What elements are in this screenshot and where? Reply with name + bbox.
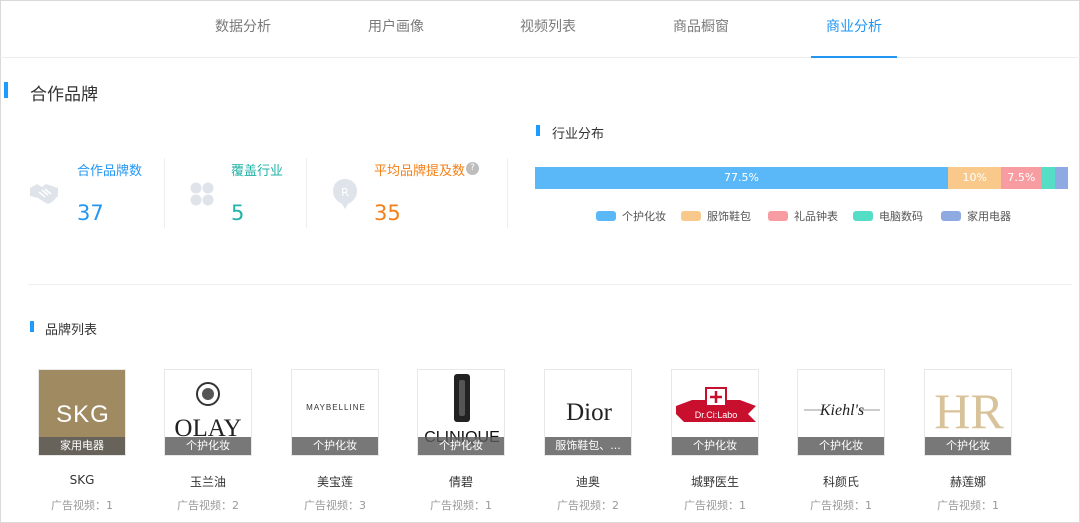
legend-item[interactable]: 礼品钟表	[768, 208, 838, 224]
stat-value-brand-count: 37	[77, 201, 104, 225]
brand-video-count: 广告视频：2	[177, 499, 239, 512]
distribution-segment[interactable]	[1041, 167, 1055, 189]
legend-swatch	[681, 211, 701, 221]
brand-video-count: 广告视频：1	[684, 499, 746, 512]
svg-text:HR: HR	[934, 383, 1004, 439]
legend-swatch	[596, 211, 616, 221]
stat-divider	[306, 158, 307, 228]
stat-value-industries: 5	[231, 201, 245, 225]
tab-business-analysis[interactable]: 商业分析	[826, 16, 882, 36]
legend-label: 个护化妆	[622, 210, 666, 223]
legend-swatch	[941, 211, 961, 221]
brand-tag: 个护化妆	[798, 437, 884, 455]
stat-divider	[164, 158, 165, 228]
brand-card[interactable]: SKG 家用电器 SKG 广告视频：1	[38, 369, 126, 512]
brand-logo-dior: Dior 服饰鞋包、...	[544, 369, 632, 456]
svg-text:Kiehl's: Kiehl's	[819, 402, 864, 419]
legend-swatch	[853, 211, 873, 221]
svg-text:Dior: Dior	[566, 399, 613, 426]
industry-marker	[536, 125, 540, 136]
brand-card[interactable]: Kiehl's 个护化妆 科颜氏 广告视频：1	[797, 369, 885, 512]
registered-badge-icon: R	[332, 178, 358, 214]
brand-video-count: 广告视频：1	[51, 499, 113, 512]
brand-tag: 个护化妆	[672, 437, 758, 455]
brand-name[interactable]: SKG	[18, 473, 146, 487]
brand-card[interactable]: MAYBELLINE 个护化妆 美宝莲 广告视频：3	[291, 369, 379, 512]
section-divider	[28, 284, 1072, 285]
brand-logo-clinique: CLINIQUE 个护化妆	[417, 369, 505, 456]
brand-card[interactable]: CLINIQUE 个护化妆 倩碧 广告视频：1	[417, 369, 505, 512]
grid-icon	[189, 181, 215, 211]
tab-user-profile[interactable]: 用户画像	[368, 16, 424, 36]
brand-name[interactable]: 城野医生	[651, 473, 779, 490]
help-icon[interactable]: ?	[466, 162, 479, 175]
brand-video-count: 广告视频：3	[304, 499, 366, 512]
brand-video-count: 广告视频：1	[810, 499, 872, 512]
tab-product-showcase[interactable]: 商品橱窗	[673, 16, 729, 36]
stat-label-brand-count: 合作品牌数	[77, 164, 143, 179]
top-tab-bar: 数据分析 用户画像 视频列表 商品橱窗 商业分析	[0, 0, 1080, 58]
brand-name[interactable]: 倩碧	[397, 473, 525, 490]
brand-tag: 个护化妆	[165, 437, 251, 455]
handshake-icon	[28, 180, 60, 210]
legend-item[interactable]: 家用电器	[941, 208, 1011, 224]
distribution-segment[interactable]: 10%	[948, 167, 1002, 189]
legend-item[interactable]: 电脑数码	[853, 208, 923, 224]
industry-distribution-bar: 77.5% 10% 7.5%	[535, 167, 1068, 189]
svg-text:SKG: SKG	[56, 401, 110, 428]
stat-label-avg-mentions: 平均品牌提及数	[374, 164, 466, 179]
svg-text:R: R	[341, 186, 349, 199]
brand-name[interactable]: 美宝莲	[271, 473, 399, 490]
brand-name[interactable]: 玉兰油	[144, 473, 272, 490]
legend-item[interactable]: 个护化妆	[596, 208, 666, 224]
active-tab-indicator	[811, 56, 897, 58]
brand-logo-maybelline: MAYBELLINE 个护化妆	[291, 369, 379, 456]
legend-label: 家用电器	[967, 210, 1011, 223]
legend-label: 礼品钟表	[794, 210, 838, 223]
brand-name[interactable]: 赫莲娜	[904, 473, 1032, 490]
legend-label: 服饰鞋包	[707, 210, 751, 223]
legend-swatch	[768, 211, 788, 221]
distribution-segment[interactable]: 77.5%	[535, 167, 949, 189]
distribution-segment[interactable]: 7.5%	[1001, 167, 1042, 189]
brand-logo-olay: OLAY 个护化妆	[164, 369, 252, 456]
brand-list-title: 品牌列表	[45, 323, 98, 338]
stat-value-avg-mentions: 35	[374, 201, 401, 225]
brand-video-count: 广告视频：1	[430, 499, 492, 512]
brand-tag: 家用电器	[39, 437, 125, 455]
brand-name[interactable]: 迪奥	[524, 473, 652, 490]
svg-text:MAYBELLINE: MAYBELLINE	[306, 403, 366, 412]
stat-label-industries: 覆盖行业	[231, 164, 284, 179]
svg-text:Dr.Ci:Labo: Dr.Ci:Labo	[695, 410, 738, 420]
legend-label: 电脑数码	[879, 210, 923, 223]
brand-card[interactable]: Dr.Ci:Labo 个护化妆 城野医生 广告视频：1	[671, 369, 759, 512]
brand-logo-drcilabo: Dr.Ci:Labo 个护化妆	[671, 369, 759, 456]
brand-card[interactable]: Dior 服饰鞋包、... 迪奥 广告视频：2	[544, 369, 632, 512]
tab-data-analysis[interactable]: 数据分析	[215, 16, 271, 36]
brand-logo-skg: SKG 家用电器	[38, 369, 126, 456]
brand-tag: 个护化妆	[925, 437, 1011, 455]
section-title: 合作品牌	[30, 85, 98, 105]
distribution-segment[interactable]	[1054, 167, 1068, 189]
brand-video-count: 广告视频：2	[557, 499, 619, 512]
brand-tag: 服饰鞋包、...	[545, 437, 631, 455]
brand-logo-helena-rubinstein: HR 个护化妆	[924, 369, 1012, 456]
legend-item[interactable]: 服饰鞋包	[681, 208, 751, 224]
stat-divider	[507, 158, 508, 228]
page-frame	[0, 0, 1080, 523]
tab-video-list[interactable]: 视频列表	[520, 16, 576, 36]
brand-card[interactable]: OLAY 个护化妆 玉兰油 广告视频：2	[164, 369, 252, 512]
brand-name[interactable]: 科颜氏	[777, 473, 905, 490]
brand-logo-kiehls: Kiehl's 个护化妆	[797, 369, 885, 456]
section-marker	[4, 82, 8, 98]
brand-video-count: 广告视频：1	[937, 499, 999, 512]
industry-title: 行业分布	[552, 127, 605, 142]
brand-tag: 个护化妆	[292, 437, 378, 455]
brand-list-marker	[30, 321, 34, 332]
brand-tag: 个护化妆	[418, 437, 504, 455]
brand-card[interactable]: HR 个护化妆 赫莲娜 广告视频：1	[924, 369, 1012, 512]
